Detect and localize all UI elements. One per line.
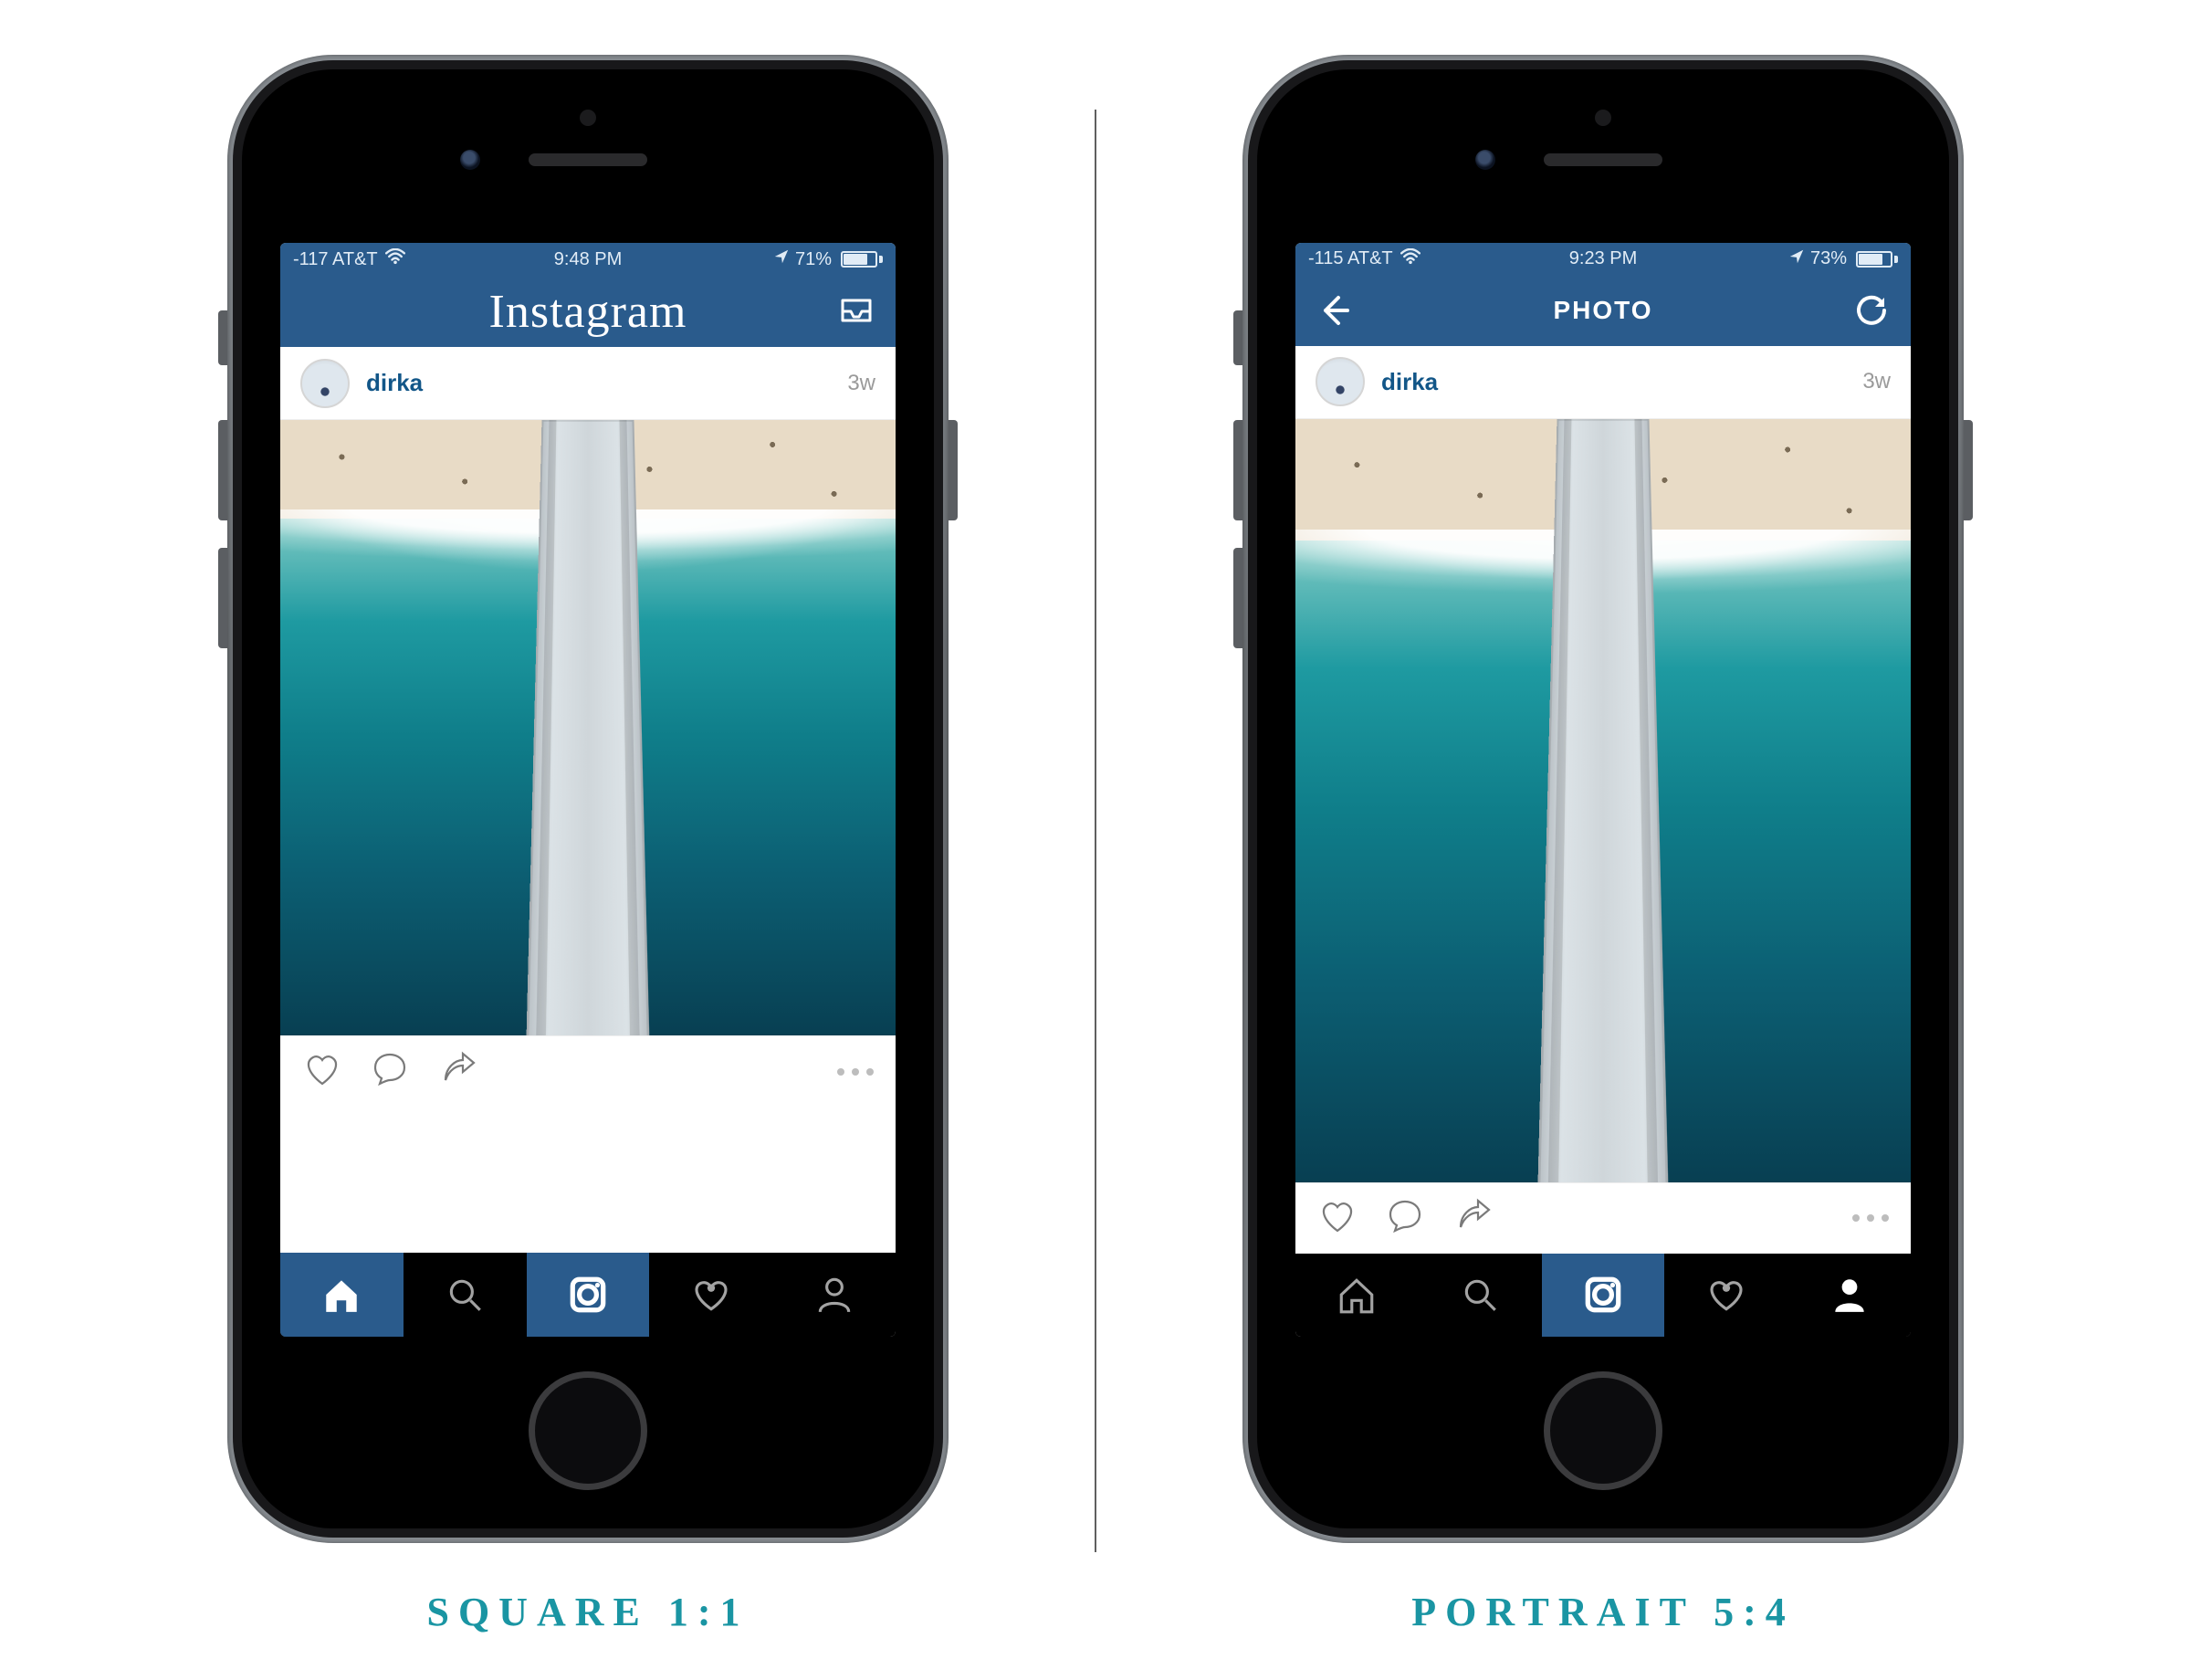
phone-right: -115 AT&T 9:23 PM 73% xyxy=(1242,55,1964,1543)
caption-left: SQUARE 1:1 xyxy=(426,1589,749,1635)
tab-camera[interactable] xyxy=(1542,1254,1665,1337)
divider-line xyxy=(1095,110,1096,1552)
share-icon[interactable] xyxy=(437,1049,477,1094)
username[interactable]: dirka xyxy=(366,369,831,397)
tab-bar xyxy=(280,1253,896,1337)
post-image[interactable] xyxy=(1295,419,1911,1183)
more-icon[interactable] xyxy=(837,1068,874,1076)
tab-bar xyxy=(1295,1254,1911,1337)
right-column: -115 AT&T 9:23 PM 73% xyxy=(1242,55,1964,1635)
status-time: 9:48 PM xyxy=(554,249,622,270)
tab-activity[interactable] xyxy=(649,1253,772,1337)
refresh-icon[interactable] xyxy=(1850,289,1892,331)
share-icon[interactable] xyxy=(1452,1196,1493,1241)
inbox-icon[interactable] xyxy=(835,290,877,332)
post-actions xyxy=(1295,1182,1911,1253)
post-actions xyxy=(280,1035,896,1107)
phone-left: -117 AT&T 9:48 PM 71% xyxy=(227,55,949,1543)
location-icon xyxy=(1788,248,1805,270)
tab-search[interactable] xyxy=(1419,1254,1542,1337)
power-button xyxy=(949,420,958,520)
home-button[interactable] xyxy=(529,1371,647,1490)
tab-camera[interactable] xyxy=(527,1253,650,1337)
volume-up xyxy=(1233,420,1242,520)
signal-text: -115 AT&T xyxy=(1308,248,1393,269)
more-icon[interactable] xyxy=(1852,1214,1889,1222)
tab-home[interactable] xyxy=(1295,1254,1419,1337)
earpiece-speaker xyxy=(529,153,647,166)
tab-home[interactable] xyxy=(280,1253,404,1337)
post-header: dirka 3w xyxy=(1295,346,1911,418)
like-icon[interactable] xyxy=(302,1049,342,1094)
battery-fill xyxy=(1859,254,1882,265)
proximity-sensor xyxy=(580,110,596,126)
front-camera xyxy=(1475,150,1495,170)
comment-icon[interactable] xyxy=(1385,1196,1425,1241)
battery-icon xyxy=(837,251,883,268)
tab-profile[interactable] xyxy=(1787,1254,1911,1337)
earpiece-speaker xyxy=(1544,153,1662,166)
signal-text: -117 AT&T xyxy=(293,249,378,270)
page-title: PHOTO xyxy=(1553,296,1652,325)
battery-icon xyxy=(1852,251,1898,268)
comment-icon[interactable] xyxy=(370,1049,410,1094)
app-header: Instagram xyxy=(280,276,896,347)
tab-search[interactable] xyxy=(404,1253,527,1337)
battery-pct: 71% xyxy=(795,249,832,270)
front-camera xyxy=(460,150,480,170)
volume-down xyxy=(1233,548,1242,648)
wifi-icon xyxy=(385,248,405,270)
proximity-sensor xyxy=(1595,110,1611,126)
location-icon xyxy=(773,248,790,270)
volume-up xyxy=(218,420,227,520)
silence-switch xyxy=(1233,310,1242,365)
tab-activity[interactable] xyxy=(1664,1254,1787,1337)
app-header: PHOTO xyxy=(1295,276,1911,346)
caption-right: PORTRAIT 5:4 xyxy=(1411,1589,1795,1635)
post-age: 3w xyxy=(847,371,875,396)
power-button xyxy=(1964,420,1973,520)
post-body-blank xyxy=(280,1107,896,1253)
screen-right: -115 AT&T 9:23 PM 73% xyxy=(1295,243,1911,1337)
post-age: 3w xyxy=(1862,369,1891,394)
battery-fill xyxy=(844,254,867,265)
instagram-logo: Instagram xyxy=(489,285,687,339)
screen-left: -117 AT&T 9:48 PM 71% xyxy=(280,243,896,1337)
back-icon[interactable] xyxy=(1314,289,1356,331)
wifi-icon xyxy=(1400,248,1420,270)
avatar[interactable] xyxy=(1316,357,1365,406)
silence-switch xyxy=(218,310,227,365)
username[interactable]: dirka xyxy=(1381,368,1846,396)
post-image[interactable] xyxy=(280,420,896,1035)
comparison-stage: -117 AT&T 9:48 PM 71% xyxy=(0,0,2191,1635)
post-header: dirka 3w xyxy=(280,347,896,420)
battery-pct: 73% xyxy=(1810,248,1847,269)
volume-down xyxy=(218,548,227,648)
status-bar: -115 AT&T 9:23 PM 73% xyxy=(1295,243,1911,276)
status-time: 9:23 PM xyxy=(1569,248,1637,269)
home-button[interactable] xyxy=(1544,1371,1662,1490)
left-column: -117 AT&T 9:48 PM 71% xyxy=(227,55,949,1635)
status-bar: -117 AT&T 9:48 PM 71% xyxy=(280,243,896,276)
avatar[interactable] xyxy=(300,359,350,408)
tab-profile[interactable] xyxy=(772,1253,896,1337)
like-icon[interactable] xyxy=(1317,1196,1358,1241)
